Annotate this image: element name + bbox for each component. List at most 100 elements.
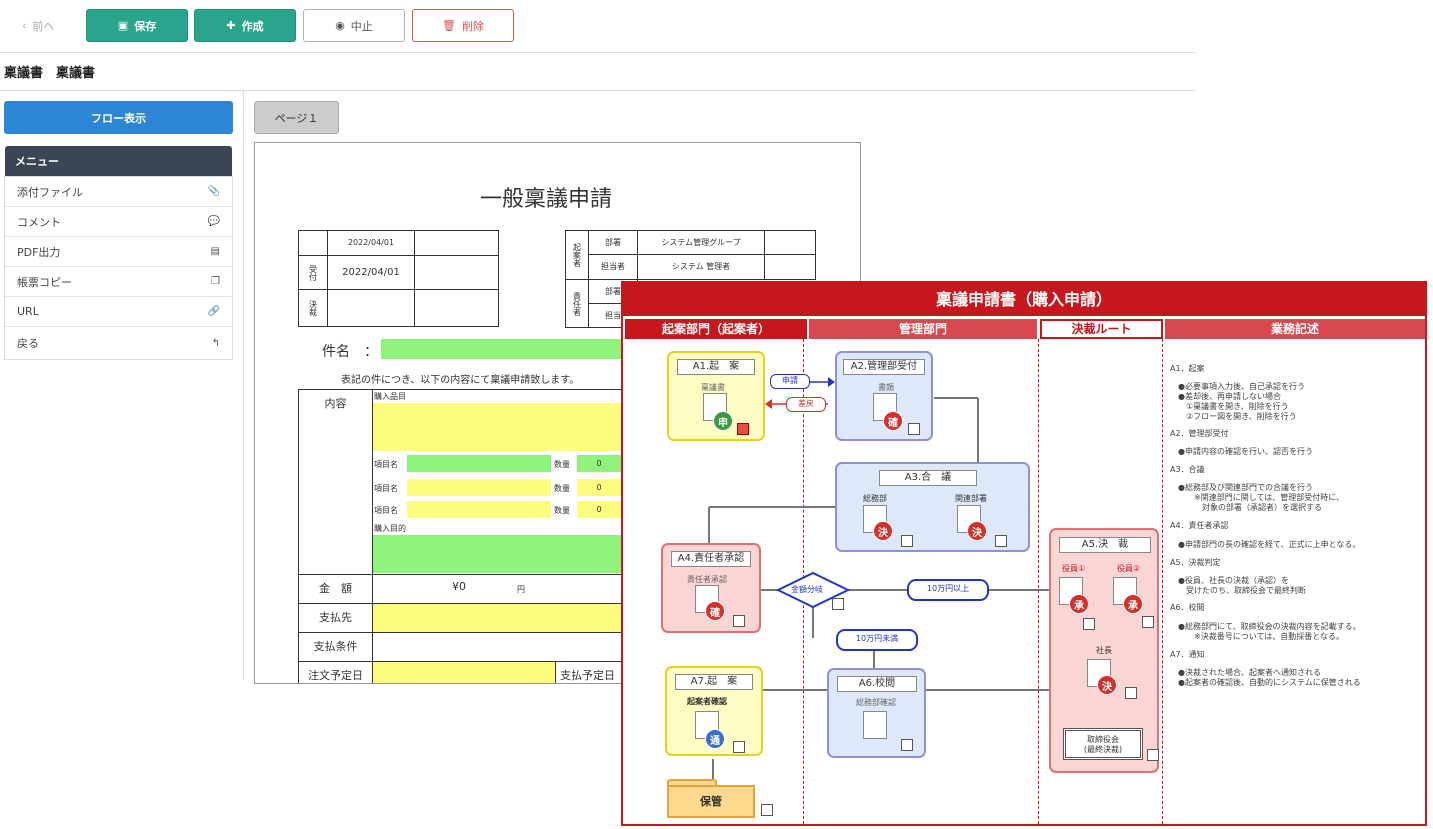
stop-icon: ◉ <box>335 19 345 32</box>
note-a5-title: A5．決裁判定 <box>1170 558 1221 567</box>
busho-value: システム管理グループ <box>637 230 765 255</box>
qty-input[interactable]: 0 <box>577 455 621 472</box>
node-a2-doc: 書類 <box>878 383 894 392</box>
stamp-shou-icon: 承 <box>1069 594 1089 614</box>
flow-diagram: 稟議申請書（購入申請） 起案部門（起案者） 管理部門 決裁ルート 業務記述 A1… <box>621 281 1427 826</box>
tab-page-1[interactable]: ページ１ <box>254 101 339 134</box>
item-name-input[interactable] <box>407 455 551 472</box>
sidebar-item-pdf[interactable]: PDF出力 ▤ <box>5 237 232 267</box>
note-a4-title: A4．責任者承認 <box>1170 521 1229 530</box>
amount-value: ¥0 <box>452 580 466 593</box>
qty-input[interactable]: 0 <box>577 479 621 496</box>
receipt-blank-cell <box>298 230 328 256</box>
delete-button[interactable]: 🗑 削除 <box>412 9 514 42</box>
node-a5-label: A5.決 裁 <box>1059 537 1151 553</box>
breadcrumb: 稟議書 稟議書 <box>4 66 96 81</box>
item-name-label: 項目名 <box>374 460 398 469</box>
receipt-blank-cell <box>414 230 499 256</box>
node-a5-checkbox-2[interactable] <box>1142 616 1154 628</box>
node-a5-checkbox-3[interactable] <box>1125 687 1137 699</box>
purpose-label: 購入目的 <box>374 524 406 533</box>
create-button[interactable]: ✚ 作成 <box>194 9 296 42</box>
tantousha-value: システム 管理者 <box>637 254 765 280</box>
plus-icon: ✚ <box>226 19 236 32</box>
sidebar-item-attachment[interactable]: 添付ファイル 📎 <box>5 177 232 207</box>
prev-button[interactable]: ‹ 前へ <box>22 9 72 42</box>
storage-folder[interactable]: 保管 <box>667 785 755 818</box>
save-label: 保存 <box>134 19 157 33</box>
qty-label: 数量 <box>554 506 570 515</box>
stamp-shin-icon: 申 <box>713 411 733 431</box>
busho-label: 部署 <box>588 230 638 255</box>
node-a3-checkbox-1[interactable] <box>901 535 913 547</box>
receipt-blank-cell <box>327 289 415 327</box>
return-arrowhead <box>765 399 772 409</box>
sidebar-item-url[interactable]: URL 🔗 <box>5 297 232 327</box>
sidebar-item-label: 戻る <box>17 337 39 350</box>
node-a3-checkbox-2[interactable] <box>995 535 1007 547</box>
kessai-label: 決裁 <box>298 289 328 327</box>
stamp-ketsu-icon: 決 <box>1097 675 1117 695</box>
node-a5-checkbox-1[interactable] <box>1083 618 1095 630</box>
delete-label: 削除 <box>461 19 484 33</box>
return-label: 差戻 <box>786 397 826 412</box>
over-label: 10万円以上 <box>907 579 989 601</box>
node-a7-doc: 起案者確認 <box>687 697 727 706</box>
node-a3-sub2: 関連部署 <box>955 494 987 503</box>
status-red-square <box>737 423 749 435</box>
date-received: 2022/04/01 <box>327 255 415 290</box>
shiharaisaki-label: 支払先 <box>298 603 373 633</box>
prev-label: 前へ <box>32 19 55 33</box>
item-name-input[interactable] <box>407 501 551 518</box>
flow-view-button[interactable]: フロー表示 <box>4 101 233 134</box>
node-a2-checkbox[interactable] <box>908 423 920 435</box>
sekininshya-label: 責任者 <box>565 279 589 328</box>
kingaku-label: 金 額 <box>298 574 373 604</box>
node-a5-sub1: 役員① <box>1062 564 1086 573</box>
toolbar-divider <box>0 52 1196 53</box>
form-title: 一般稟議申請 <box>480 187 613 212</box>
tantousha-label: 担当者 <box>588 254 638 280</box>
apply-arrowhead <box>828 377 835 387</box>
node-a6-doc: 総務部確認 <box>856 698 896 707</box>
blank-cell <box>764 254 816 280</box>
node-a1-label: A1.起 案 <box>677 359 755 375</box>
cancel-label: 中止 <box>350 19 373 33</box>
save-button[interactable]: ▣ 保存 <box>86 9 188 42</box>
chuumon-input[interactable] <box>372 661 556 683</box>
node-a7-checkbox[interactable] <box>733 741 745 753</box>
intro-text: 表記の件につき、以下の内容にて稟議申請致します。 <box>341 375 580 386</box>
stamp-kaku-icon: 確 <box>705 601 725 621</box>
node-a6-checkbox[interactable] <box>901 739 913 751</box>
item-name-label: 項目名 <box>374 506 398 515</box>
naiyou-label: 内容 <box>324 397 347 410</box>
note-a7-body: ●決裁された場合、起案者へ通知される ●起案者の確認後、自動的にシステムに保管さ… <box>1177 668 1361 687</box>
node-a4-checkbox[interactable] <box>733 615 745 627</box>
node-a5-checkbox-4[interactable] <box>1147 749 1159 761</box>
uketsuke-label: 受付 <box>298 255 328 290</box>
node-a5-president: 社長 <box>1096 646 1112 655</box>
note-a7-title: A7．通知 <box>1170 650 1205 659</box>
sidebar-item-back[interactable]: 戻る ↰ <box>5 328 232 358</box>
sidebar-item-label: 添付ファイル <box>17 185 83 199</box>
note-a2-title: A2．管理部受付 <box>1170 429 1229 438</box>
qty-input[interactable]: 0 <box>577 501 621 518</box>
kianshya-label: 起案者 <box>565 230 589 280</box>
save-icon: ▣ <box>117 19 129 32</box>
document-check-icon <box>863 711 887 739</box>
stamp-tsuu-icon: 通 <box>705 729 725 749</box>
note-a2-body: ●申請内容の確認を行い、認否を行う <box>1170 447 1313 456</box>
create-label: 作成 <box>241 19 264 33</box>
shiharai-jouken-label: 支払条件 <box>298 632 373 662</box>
item-name-input[interactable] <box>407 479 551 496</box>
sidebar-item-comment[interactable]: コメント 💬 <box>5 207 232 237</box>
sidebar-item-label: URL <box>17 305 39 318</box>
branch-checkbox[interactable] <box>832 598 844 610</box>
breadcrumb-divider <box>0 90 1196 91</box>
yen-label: 円 <box>517 585 525 594</box>
sidebar-item-copy[interactable]: 帳票コピー ❐ <box>5 267 232 297</box>
sidebar-item-label: コメント <box>17 215 61 229</box>
cancel-button[interactable]: ◉ 中止 <box>303 9 405 42</box>
node-a3-label: A3.合 議 <box>879 470 977 486</box>
storage-checkbox[interactable] <box>761 804 773 816</box>
